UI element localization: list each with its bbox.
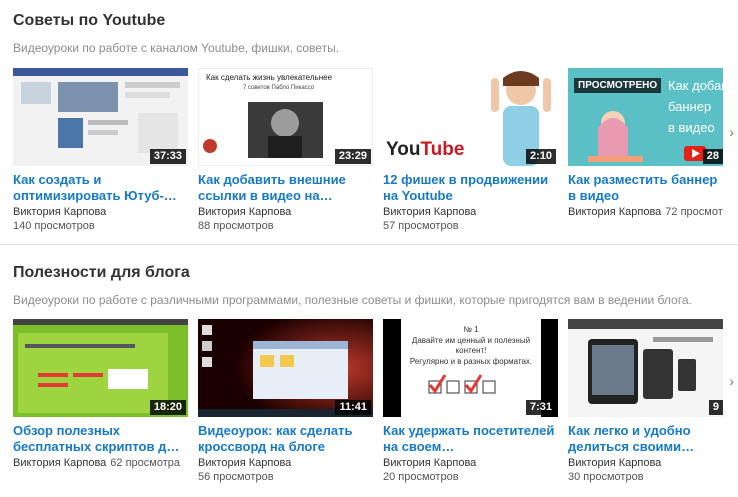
video-views: 88 просмотров	[198, 220, 274, 232]
video-views: 30 просмотров	[568, 471, 644, 483]
video-views: 140 просмотров	[13, 220, 95, 232]
youtube-logo: YouTube	[386, 140, 464, 160]
thumbnail-caption: в видео	[668, 120, 715, 135]
video-duration: 2:10	[525, 149, 556, 164]
slide-line: Регулярно и в разных форматах.	[409, 357, 533, 366]
video-thumbnail[interactable]: 9	[568, 319, 723, 417]
video-title-link[interactable]: Как создать и оптимизировать Ютуб-…	[13, 172, 188, 204]
section-title[interactable]: Полезности для блога	[13, 264, 190, 282]
video-views: 57 просмотров	[383, 220, 459, 232]
video-duration: 23:29	[334, 149, 371, 164]
thumbnail-slide: № 1 Давайте им ценный и полезный контент…	[401, 319, 541, 417]
video-views: 62 просмотра	[110, 457, 180, 469]
slide-line: № 1	[463, 325, 479, 334]
video-title-link[interactable]: Как добавить внешние ссылки в видео на…	[198, 172, 373, 204]
video-thumbnail[interactable]: 11:41	[198, 319, 373, 417]
thumbnail-slideshare	[568, 319, 723, 417]
video-channel[interactable]: Виктория Карпова	[383, 456, 558, 470]
video-title-link[interactable]: Как легко и удобно делиться своими…	[568, 423, 723, 455]
video-thumbnail[interactable]: Как сделать жизнь увлекательнее 7 совето…	[198, 68, 373, 166]
chevron-right-icon[interactable]: ›	[729, 373, 734, 389]
chevron-right-icon[interactable]: ›	[729, 124, 734, 140]
section-title[interactable]: Советы по Youtube	[13, 12, 165, 30]
video-meta: Виктория Карпова 72 просмотр	[568, 205, 723, 219]
video-thumbnail[interactable]: YouTube 2:10	[383, 68, 558, 166]
video-channel[interactable]: Виктория Карпова	[383, 205, 558, 219]
video-duration: 11:41	[335, 400, 371, 415]
youtube-logo-text: YouTube	[386, 139, 465, 160]
video-thumbnail[interactable]: 37:33	[13, 68, 188, 166]
video-views: 72 просмотр	[665, 206, 723, 218]
thumbnail-caption: Как добави	[668, 78, 723, 93]
video-duration: 18:20	[149, 400, 186, 415]
video-thumbnail[interactable]: ПРОСМОТРЕНО Как добави баннер в видео 28	[568, 68, 723, 166]
watched-badge: ПРОСМОТРЕНО	[574, 78, 662, 93]
video-duration: 7:31	[525, 400, 556, 415]
video-channel[interactable]: Виктория Карпова	[13, 457, 106, 469]
video-channel[interactable]: Виктория Карпова	[13, 205, 188, 219]
video-card[interactable]: 9 Как легко и удобно делиться своими… Ви…	[568, 319, 723, 489]
video-duration: 9	[708, 400, 723, 415]
slide-line: Давайте им ценный и полезный	[411, 336, 531, 345]
video-meta: Виктория Карпова 62 просмотра	[13, 456, 188, 470]
checkbox-illustration	[428, 374, 496, 394]
video-views: 56 просмотров	[198, 471, 274, 483]
video-views: 20 просмотров	[383, 471, 459, 483]
thumbnail-caption: баннер	[668, 99, 712, 114]
video-title-link[interactable]: Как удержать посетителей на своем…	[383, 423, 558, 455]
video-duration: 28	[702, 149, 723, 164]
section-divider	[0, 244, 738, 245]
section-description: Видеоуроки по работе с каналом Youtube, …	[13, 41, 340, 55]
section-description: Видеоуроки по работе с различными програ…	[13, 293, 692, 307]
thumbnail-caption: Как сделать жизнь увлекательнее	[206, 73, 333, 82]
video-title-link[interactable]: 12 фишек в продвижении на Youtube	[383, 172, 558, 204]
video-channel[interactable]: Виктория Карпова	[198, 205, 373, 219]
video-channel[interactable]: Виктория Карпова	[198, 456, 373, 470]
slide-line: контент!	[455, 346, 487, 355]
video-title-link[interactable]: Как разместить баннер в видео	[568, 172, 723, 204]
video-card[interactable]: ПРОСМОТРЕНО Как добави баннер в видео 28…	[568, 68, 723, 238]
video-title-link[interactable]: Обзор полезных бесплатных скриптов д…	[13, 423, 188, 455]
video-title-link[interactable]: Видеоурок: как сделать кроссворд на блог…	[198, 423, 373, 455]
video-channel[interactable]: Виктория Карпова	[568, 206, 661, 218]
video-channel[interactable]: Виктория Карпова	[568, 456, 723, 470]
thumbnail-caption: 7 советов Пабло Пикассо	[243, 85, 315, 91]
video-thumbnail[interactable]: 18:20	[13, 319, 188, 417]
video-thumbnail[interactable]: № 1 Давайте им ценный и полезный контент…	[383, 319, 558, 417]
video-duration: 37:33	[149, 149, 186, 164]
